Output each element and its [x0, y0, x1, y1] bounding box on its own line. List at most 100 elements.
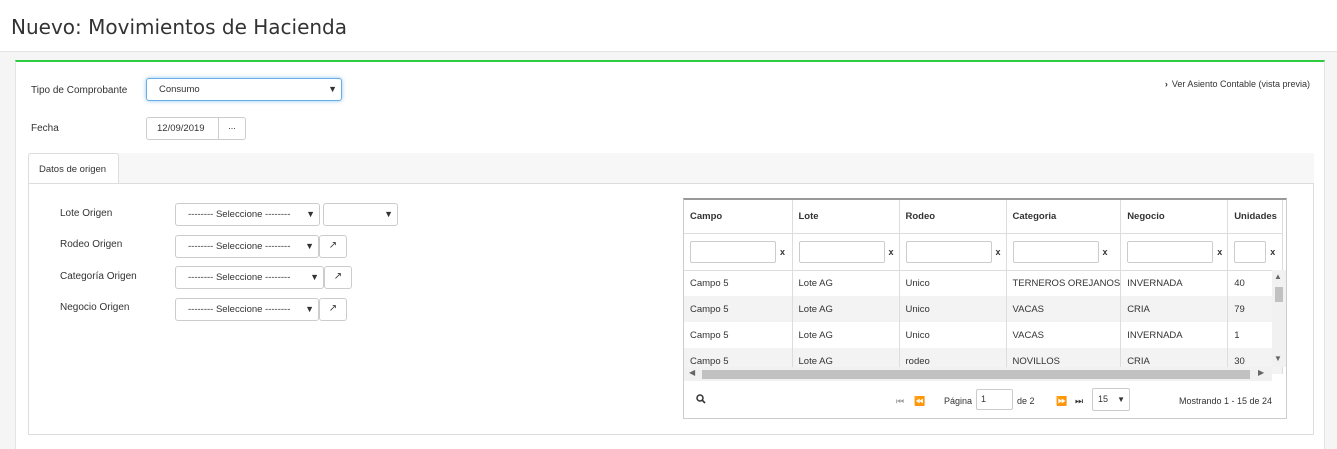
- cell-categoria: VACAS: [1006, 322, 1122, 348]
- filter-categoria-input[interactable]: [1012, 240, 1099, 263]
- clear-filter-button[interactable]: x: [1217, 247, 1222, 257]
- fecha-value: 12/09/2019: [157, 123, 205, 134]
- cell-campo: Campo 5: [684, 322, 793, 348]
- hacienda-grid: Campo Lote Rodeo Categoria Negocio Unida…: [683, 198, 1287, 419]
- horizontal-scroll-thumb[interactable]: [702, 370, 1250, 379]
- table-row[interactable]: Campo 5 Lote AG Unico TERNEROS OREJANOS …: [684, 270, 1284, 296]
- lote-origen-select[interactable]: -------- Seleccione -------- ▼: [175, 203, 320, 226]
- horizontal-scrollbar[interactable]: ◀ ▶: [684, 367, 1272, 381]
- cell-negocio: CRIA: [1120, 296, 1229, 322]
- cell-rodeo: Unico: [899, 270, 1007, 296]
- first-page-icon[interactable]: ⏮: [896, 396, 904, 407]
- negocio-external-button[interactable]: ↗: [319, 298, 347, 321]
- scroll-up-icon[interactable]: ▲: [1274, 272, 1282, 281]
- cell-rodeo: Unico: [899, 296, 1007, 322]
- filter-row: x x x x x x: [684, 233, 1284, 271]
- page-of-label: de 2: [1017, 396, 1035, 406]
- scroll-right-icon[interactable]: ▶: [1258, 368, 1264, 377]
- vertical-scrollbar[interactable]: ▲ ▼: [1272, 270, 1286, 367]
- external-link-icon: ↗: [328, 303, 338, 314]
- negocio-origen-value: -------- Seleccione --------: [188, 304, 291, 315]
- categoria-external-button[interactable]: ↗: [324, 266, 352, 289]
- cell-lote: Lote AG: [792, 270, 900, 296]
- cell-categoria: VACAS: [1006, 296, 1122, 322]
- clear-filter-button[interactable]: x: [780, 247, 785, 257]
- column-header-negocio[interactable]: Negocio: [1120, 200, 1229, 234]
- fecha-input[interactable]: 12/09/2019 ...: [146, 117, 246, 140]
- grid-pager: ⏮ ⏪ Página 1 de 2 ⏩ ⏭ 15 ▼ Mostrando 1 -…: [684, 384, 1286, 418]
- lote-origen-value: -------- Seleccione --------: [188, 209, 291, 220]
- page-input[interactable]: 1: [976, 389, 1013, 410]
- next-page-icon[interactable]: ⏩: [1056, 396, 1067, 407]
- filter-rodeo-input[interactable]: [905, 240, 992, 263]
- table-row[interactable]: Campo 5 Lote AG Unico VACAS CRIA 79: [684, 296, 1284, 322]
- filter-cell: x: [1227, 233, 1284, 271]
- caret-down-icon: ▼: [310, 272, 319, 282]
- ver-asiento-label: Ver Asiento Contable (vista previa): [1171, 79, 1310, 89]
- cell-negocio: INVERNADA: [1120, 322, 1229, 348]
- column-header-lote[interactable]: Lote: [792, 200, 900, 234]
- clear-filter-button[interactable]: x: [996, 247, 1001, 257]
- showing-count: Mostrando 1 - 15 de 24: [1179, 396, 1273, 406]
- previous-page-icon[interactable]: ⏪: [914, 396, 925, 407]
- clear-filter-button[interactable]: x: [1103, 247, 1108, 257]
- cell-rodeo: Unico: [899, 322, 1007, 348]
- filter-unidades-input[interactable]: [1234, 240, 1267, 263]
- lote-origen-sub-select[interactable]: ▼: [323, 203, 398, 226]
- filter-cell: x: [792, 233, 900, 271]
- caret-down-icon: ▼: [328, 84, 337, 94]
- column-header-campo[interactable]: Campo: [684, 200, 793, 234]
- tab-datos-origen[interactable]: Datos de origen: [28, 153, 119, 184]
- categoria-origen-select[interactable]: -------- Seleccione -------- ▼: [175, 266, 324, 289]
- tipo-comprobante-value: Consumo: [159, 84, 200, 95]
- categoria-origen-value: -------- Seleccione --------: [188, 272, 291, 283]
- filter-cell: x: [1006, 233, 1122, 271]
- column-header-categoria[interactable]: Categoria: [1006, 200, 1122, 234]
- clear-filter-button[interactable]: x: [1270, 247, 1275, 257]
- cell-lote: Lote AG: [792, 322, 900, 348]
- clear-filter-button[interactable]: x: [889, 247, 894, 257]
- negocio-origen-label: Negocio Origen: [60, 302, 130, 313]
- datos-origen-panel: Lote Origen -------- Seleccione --------…: [28, 183, 1314, 435]
- tab-strip: Datos de origen: [28, 153, 1314, 184]
- caret-down-icon: ▼: [305, 304, 314, 314]
- external-link-icon: ↗: [333, 271, 343, 282]
- grid-table: Campo Lote Rodeo Categoria Negocio Unida…: [684, 200, 1284, 374]
- rodeo-external-button[interactable]: ↗: [319, 235, 347, 258]
- chevron-right-icon: ›: [1164, 79, 1168, 89]
- page-label: Página: [944, 396, 973, 406]
- filter-negocio-input[interactable]: [1127, 240, 1214, 263]
- fecha-label: Fecha: [31, 123, 59, 134]
- last-page-icon[interactable]: ⏭: [1075, 396, 1083, 407]
- page-size-value: 15: [1098, 394, 1109, 404]
- rodeo-origen-value: -------- Seleccione --------: [188, 241, 291, 252]
- date-picker-button[interactable]: ...: [218, 118, 245, 139]
- page-title: Nuevo: Movimientos de Hacienda: [11, 15, 348, 39]
- table-row[interactable]: Campo 5 Lote AG Unico VACAS INVERNADA 1: [684, 322, 1284, 348]
- cell-campo: Campo 5: [684, 270, 793, 296]
- filter-cell: x: [899, 233, 1007, 271]
- negocio-origen-select[interactable]: -------- Seleccione -------- ▼: [175, 298, 319, 321]
- filter-cell: x: [1120, 233, 1229, 271]
- vertical-scroll-thumb[interactable]: [1275, 287, 1283, 302]
- page-size-select[interactable]: 15 ▼: [1092, 388, 1130, 411]
- filter-lote-input[interactable]: [798, 240, 885, 263]
- rodeo-origen-select[interactable]: -------- Seleccione -------- ▼: [175, 235, 319, 258]
- form-panel: Tipo de Comprobante Consumo ▼ Fecha 12/0…: [15, 60, 1325, 449]
- filter-campo-input[interactable]: [690, 240, 776, 263]
- lote-origen-label: Lote Origen: [60, 208, 113, 219]
- caret-down-icon: ▼: [384, 209, 393, 219]
- search-icon[interactable]: [696, 394, 706, 406]
- column-header-rodeo[interactable]: Rodeo: [899, 200, 1007, 234]
- tipo-comprobante-select[interactable]: Consumo ▼: [146, 78, 342, 101]
- ver-asiento-link[interactable]: › Ver Asiento Contable (vista previa): [1165, 79, 1310, 89]
- caret-down-icon: ▼: [1117, 395, 1125, 404]
- scroll-left-icon[interactable]: ◀: [689, 368, 695, 377]
- caret-down-icon: ▼: [306, 209, 315, 219]
- cell-categoria: TERNEROS OREJANOS: [1006, 270, 1122, 296]
- categoria-origen-label: Categoría Origen: [60, 271, 137, 282]
- page-header: Nuevo: Movimientos de Hacienda: [0, 0, 1337, 52]
- scroll-down-icon[interactable]: ▼: [1274, 354, 1282, 363]
- column-header-unidades[interactable]: Unidades: [1227, 200, 1284, 234]
- rodeo-origen-label: Rodeo Origen: [60, 239, 123, 250]
